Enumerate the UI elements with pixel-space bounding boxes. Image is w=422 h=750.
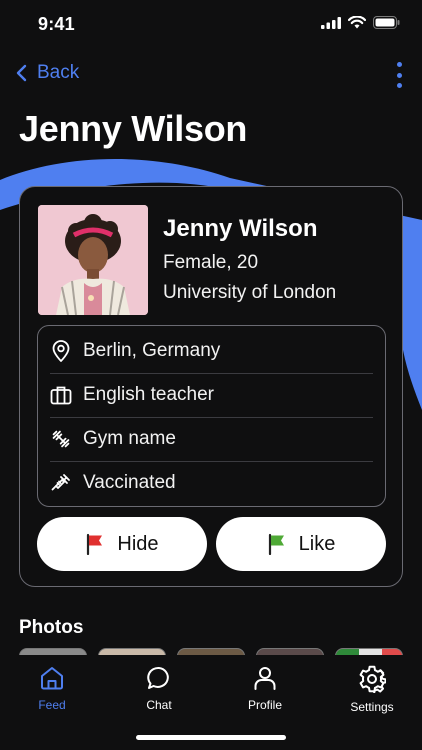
dot-icon — [396, 72, 402, 78]
person-icon — [254, 667, 276, 690]
tab-settings[interactable]: Settings — [332, 665, 412, 714]
home-indicator — [136, 735, 286, 740]
profile-card: Jenny Wilson Female, 20 University of Lo… — [19, 186, 403, 587]
info-label: English teacher — [83, 384, 214, 405]
back-label: Back — [37, 62, 80, 83]
info-label: Gym name — [83, 428, 176, 449]
tab-profile[interactable]: Profile — [225, 665, 305, 712]
status-time: 9:41 — [38, 14, 75, 34]
like-button[interactable]: Like — [216, 517, 386, 571]
signal-icon — [321, 16, 341, 29]
gear-icon — [359, 665, 386, 693]
green-flag-icon — [268, 533, 284, 555]
chevron-left-icon — [16, 64, 27, 82]
location-pin-icon — [50, 340, 72, 362]
dumbbell-icon — [50, 428, 72, 450]
info-label: Berlin, Germany — [83, 340, 221, 361]
info-item-job: English teacher — [50, 373, 373, 417]
dot-icon — [396, 62, 402, 67]
profile-photo — [38, 205, 148, 315]
battery-icon — [373, 16, 400, 29]
status-icons — [321, 16, 400, 29]
syringe-icon — [50, 472, 72, 494]
page-title: Jenny Wilson — [19, 108, 248, 149]
info-list: Berlin, Germany English teacher Gym name… — [37, 325, 386, 507]
home-icon — [41, 667, 63, 690]
chat-bubble-icon — [147, 666, 169, 689]
tab-label: Profile — [247, 698, 282, 712]
tab-label: Feed — [38, 698, 66, 712]
info-item-vaccination: Vaccinated — [50, 461, 373, 505]
wifi-icon — [348, 16, 366, 29]
tab-bar: Feed Chat Profile Settings — [0, 655, 422, 750]
profile-school: University of London — [163, 282, 337, 303]
tab-label: Chat — [146, 698, 172, 712]
profile-gender-age: Female, 20 — [163, 252, 259, 273]
info-label: Vaccinated — [83, 472, 176, 493]
back-button[interactable]: Back — [16, 62, 79, 84]
like-label: Like — [298, 532, 336, 555]
briefcase-icon — [50, 384, 72, 406]
photos-heading: Photos — [19, 617, 84, 638]
status-bar: 9:41 — [0, 0, 422, 50]
red-flag-icon — [87, 533, 103, 555]
avatar — [38, 205, 148, 315]
tab-feed[interactable]: Feed — [12, 665, 92, 712]
navigation-bar: Back — [0, 58, 422, 94]
more-options-button[interactable] — [394, 62, 404, 88]
hide-button[interactable]: Hide — [37, 517, 207, 571]
hide-label: Hide — [117, 532, 159, 555]
tab-chat[interactable]: Chat — [119, 665, 199, 712]
tab-label: Settings — [350, 700, 394, 714]
info-item-gym: Gym name — [50, 417, 373, 461]
profile-name: Jenny Wilson — [163, 215, 318, 242]
profile-screen: 9:41 Back Jenny Wilson Jenny Wilson Fema… — [0, 0, 422, 750]
info-item-location: Berlin, Germany — [50, 329, 373, 373]
dot-icon — [396, 83, 402, 88]
